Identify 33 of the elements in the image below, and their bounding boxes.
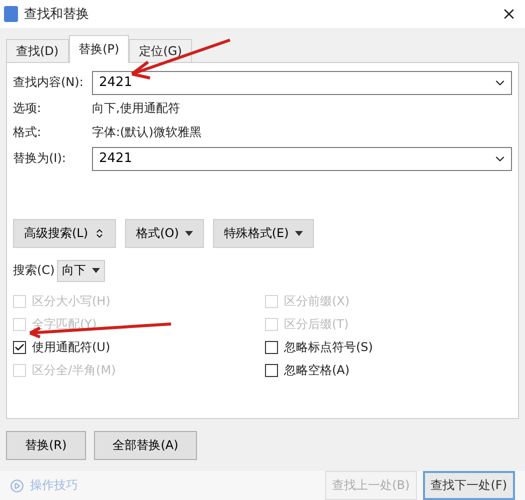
find-label: 查找内容(N): bbox=[13, 74, 84, 92]
replace-field[interactable]: 2421 bbox=[92, 146, 512, 171]
action-button[interactable]: 全部替换(A) bbox=[94, 431, 198, 460]
caret-icon bbox=[92, 268, 100, 274]
window-title: 查找和替换 bbox=[24, 6, 90, 23]
info-label: 格式: bbox=[13, 124, 42, 142]
tab[interactable]: 定位(G) bbox=[129, 38, 192, 62]
checkbox-option[interactable]: 忽略空格(A) bbox=[265, 358, 512, 382]
replace-label: 替换为(I): bbox=[13, 150, 67, 168]
info-value: 字体:(默认)微软雅黑 bbox=[92, 124, 202, 142]
info-label: 选项: bbox=[13, 100, 42, 118]
app-logo-icon bbox=[4, 6, 18, 22]
tool-button[interactable]: 格式(O) bbox=[125, 218, 204, 248]
tab[interactable]: 替换(P) bbox=[68, 34, 130, 63]
replace-input[interactable]: 2421 bbox=[97, 150, 493, 168]
tool-button[interactable]: 特殊格式(E) bbox=[212, 218, 314, 248]
caret-icon bbox=[294, 230, 303, 236]
caret-icon bbox=[184, 230, 193, 236]
tab[interactable]: 查找(D) bbox=[6, 38, 69, 62]
checkbox[interactable] bbox=[265, 364, 278, 377]
footer-button[interactable]: 查找下一处(F) bbox=[422, 471, 515, 500]
checkbox-option[interactable]: 忽略标点符号(S) bbox=[265, 336, 512, 359]
tool-button[interactable]: 高级搜索(L) bbox=[13, 218, 116, 248]
checkbox[interactable] bbox=[13, 340, 26, 354]
checkbox-option[interactable]: 使用通配符(U) bbox=[13, 336, 265, 359]
search-label: 搜索(C) bbox=[13, 262, 55, 280]
action-button[interactable]: 替换(R) bbox=[6, 431, 86, 460]
info-value: 向下,使用通配符 bbox=[92, 100, 180, 118]
direction-select[interactable]: 向下 bbox=[56, 260, 105, 282]
find-field[interactable]: 2421 bbox=[92, 70, 512, 95]
checkbox[interactable] bbox=[265, 340, 278, 354]
play-icon bbox=[10, 478, 24, 493]
find-input[interactable]: 2421 bbox=[97, 74, 493, 92]
